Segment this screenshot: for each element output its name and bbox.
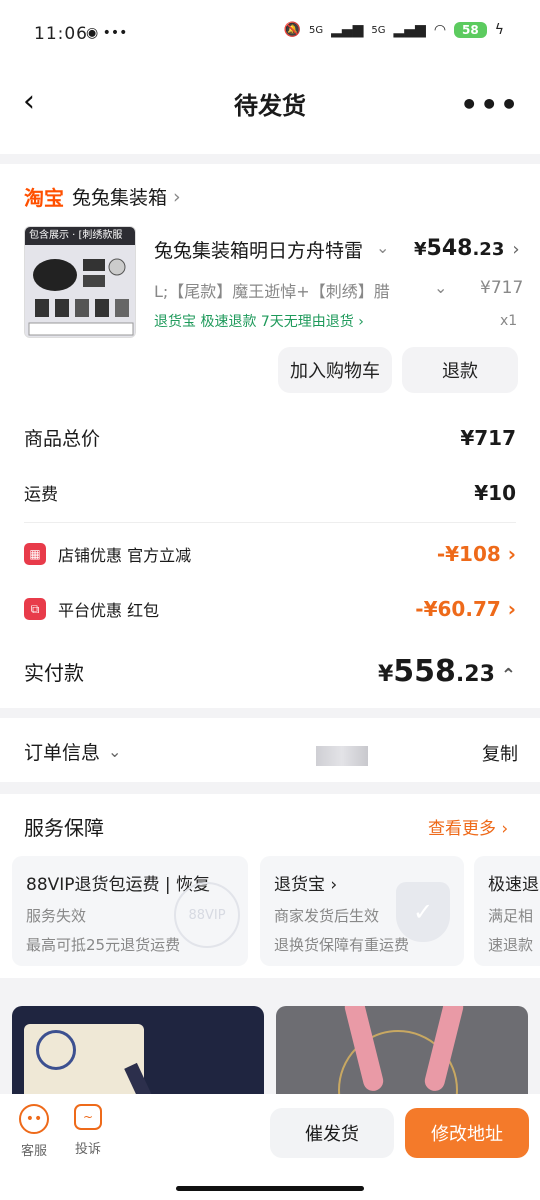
nav-bar: ‹ 待发货 ••• xyxy=(0,70,540,154)
copy-button[interactable]: 复制 xyxy=(482,740,518,766)
remind-shipping-button[interactable]: 催发货 xyxy=(270,1108,394,1158)
chevron-right-icon: › xyxy=(330,875,338,895)
shield-icon: ✓ xyxy=(396,882,450,942)
order-info-toggle[interactable]: 订单信息 ⌄ xyxy=(24,738,121,765)
product-title[interactable]: 兔兔集装箱明日方舟特雷 xyxy=(154,236,390,263)
total-price-label: 商品总价 xyxy=(24,428,101,450)
store-header[interactable]: 淘宝 兔兔集装箱 › xyxy=(24,182,181,211)
shipping-row: 运费 ¥10 xyxy=(24,480,516,506)
complain-button[interactable]: ~ 投诉 xyxy=(72,1104,104,1157)
signal-5g-label-2: 5G xyxy=(371,24,386,36)
app-notification-icon: ◉ ••• xyxy=(86,25,128,41)
customer-service-button[interactable]: •• 客服 xyxy=(18,1104,50,1159)
mute-icon: 🔕 xyxy=(283,22,301,38)
product-spec[interactable]: L;【尾款】魔王逝悼+【刺绣】腊 xyxy=(154,278,424,302)
wifi-icon: ◠ xyxy=(433,22,447,38)
store-coupon-icon: ▦ xyxy=(24,543,46,565)
modify-address-button[interactable]: 修改地址 xyxy=(405,1108,529,1158)
chevron-right-icon: › xyxy=(507,542,516,566)
product-image xyxy=(25,245,135,337)
total-price-value: ¥717 xyxy=(460,425,516,450)
product-thumbnail[interactable]: 包含展示 · [刺绣款服封] xyxy=(24,226,136,338)
chevron-up-icon[interactable]: ⌃ xyxy=(501,665,516,686)
signal-icon: ▂▄▆ xyxy=(331,22,364,38)
recommended-product-card[interactable] xyxy=(276,1006,528,1106)
88vip-stamp-icon: 88VIP xyxy=(174,882,240,948)
quantity: x1 xyxy=(500,313,518,329)
bottom-bar: •• 客服 ~ 投诉 催发货 修改地址 xyxy=(0,1094,540,1200)
shipping-value: ¥10 xyxy=(474,480,516,505)
platform-coupon-value: -¥60.77 xyxy=(415,597,501,621)
complain-icon: ~ xyxy=(74,1104,102,1130)
store-coupon-row[interactable]: ▦ 店铺优惠 官方立减 -¥108 › xyxy=(24,542,516,566)
chevron-right-icon: › xyxy=(358,314,364,330)
order-info-label: 订单信息 xyxy=(24,742,101,764)
chevron-right-icon: › xyxy=(501,819,509,839)
service-title: 服务保障 xyxy=(24,816,104,840)
chevron-right-icon: › xyxy=(173,185,181,208)
service-card-line2: 速退款 xyxy=(488,936,534,954)
service-card-88vip[interactable]: 88VIP退货包运费 | 恢复 服务失效 最高可抵25元退货运费 88VIP xyxy=(12,856,248,966)
status-time: 11:06 xyxy=(34,24,88,44)
platform-coupon-row[interactable]: ⧉ 平台优惠 红包 -¥60.77 › xyxy=(24,597,516,621)
store-coupon-value: -¥108 xyxy=(436,542,501,566)
store-name: 兔兔集装箱 xyxy=(72,187,168,209)
shipping-label: 运费 xyxy=(24,485,58,505)
spec-chevron-down-icon[interactable]: ⌄ xyxy=(434,278,447,297)
store-coupon-label: 店铺优惠 官方立减 xyxy=(58,546,192,565)
chevron-right-icon[interactable]: › xyxy=(512,239,519,260)
paid-label: 实付款 xyxy=(24,661,84,685)
original-price: ¥717 xyxy=(480,278,524,298)
platform-coupon-label: 平台优惠 红包 xyxy=(58,601,160,620)
platform-coupon-icon: ⧉ xyxy=(24,598,46,620)
view-more-link[interactable]: 查看更多 › xyxy=(428,814,508,839)
product-price: ¥ 548 .23 › xyxy=(414,236,520,261)
paid-row[interactable]: 实付款 ¥ 558 .23 ⌃ xyxy=(24,654,516,689)
more-options-icon[interactable]: ••• xyxy=(460,88,520,121)
customer-service-label: 客服 xyxy=(20,1144,47,1159)
refund-button[interactable]: 退款 xyxy=(402,347,518,393)
service-card-return-insurance[interactable]: 退货宝 › 商家发货后生效 退换货保障有重运费 ✓ xyxy=(260,856,464,966)
complain-label: 投诉 xyxy=(74,1142,101,1157)
service-card-fast-refund[interactable]: 极速退 满足相 速退款 xyxy=(474,856,540,966)
add-to-cart-button[interactable]: 加入购物车 xyxy=(278,347,392,393)
signal-icon-2: ▂▄▆ xyxy=(393,22,426,38)
customer-service-icon: •• xyxy=(19,1104,49,1134)
chevron-down-icon[interactable]: ⌄ xyxy=(376,238,389,257)
status-bar: 11:06 ◉ ••• 🔕 5G ▂▄▆ 5G ▂▄▆ ◠ 58 ϟ xyxy=(0,0,540,70)
thumbnail-header: 包含展示 · [刺绣款服封] xyxy=(25,227,135,259)
order-number-blurred xyxy=(316,746,368,766)
total-price-row: 商品总价 ¥717 xyxy=(24,424,516,451)
chevron-down-icon: ⌄ xyxy=(108,742,122,761)
taobao-logo: 淘宝 xyxy=(24,186,64,210)
service-card-title: 极速退 xyxy=(488,875,539,895)
home-indicator xyxy=(176,1186,364,1191)
chevron-right-icon: › xyxy=(507,597,516,621)
service-tags[interactable]: 退货宝 极速退款 7天无理由退货 › xyxy=(154,311,364,331)
paid-value: 558 xyxy=(393,654,456,689)
page-title: 待发货 xyxy=(234,92,306,120)
service-card-line1: 满足相 xyxy=(488,907,534,925)
recommended-product-card[interactable] xyxy=(12,1006,264,1106)
charging-icon: ϟ xyxy=(494,22,504,38)
rabbit-emblem-icon xyxy=(36,1030,76,1070)
signal-5g-label: 5G xyxy=(308,24,324,36)
divider xyxy=(24,522,516,523)
battery-indicator: 58 xyxy=(454,22,487,38)
